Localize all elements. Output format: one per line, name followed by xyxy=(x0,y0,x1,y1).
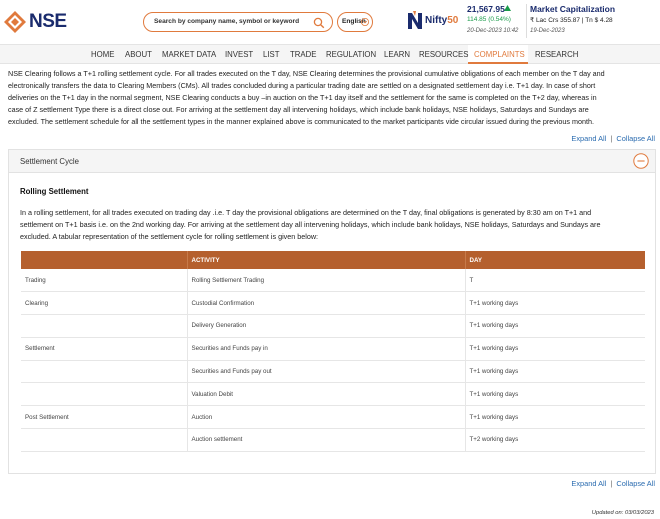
table-row: Clearing Custodial Confirmation T+1 work… xyxy=(21,291,645,316)
collapse-icon[interactable] xyxy=(633,153,649,169)
table-cell: T xyxy=(464,269,645,293)
table-row: Auction settlement T+2 working days xyxy=(21,428,645,452)
table-header-row: ACTIVITY DAY xyxy=(21,251,645,269)
table-cell xyxy=(21,314,187,338)
table-row: Post Settlement Auction T+1 working days xyxy=(21,405,645,430)
nav-item-home[interactable]: HOME xyxy=(91,50,114,59)
main-nav: HOME ABOUT MARKET DATA INVEST LIST TRADE… xyxy=(0,44,660,64)
table-cell: Securities and Funds pay out xyxy=(186,360,465,384)
nav-item-complaints[interactable]: COMPLAINTS xyxy=(474,50,525,59)
table-cell: T+1 working days xyxy=(464,337,645,361)
table-cell: Rolling Settlement Trading xyxy=(186,269,465,293)
column-header: ACTIVITY xyxy=(186,251,465,269)
expand-all-link[interactable]: Expand All xyxy=(571,479,606,488)
table-cell: Auction xyxy=(186,405,465,430)
market-cap-value: ₹ Lac Crs 355.87 | Tn $ 4.28 xyxy=(530,17,613,24)
nifty-value: 21,567.95 xyxy=(467,4,505,14)
header-divider xyxy=(526,4,527,38)
expand-all-link[interactable]: Expand All xyxy=(571,134,606,143)
search-input[interactable]: Search by company name, symbol or keywor… xyxy=(143,12,333,32)
section-description: In a rolling settlement, for all trades … xyxy=(20,207,645,243)
settlement-cycle-panel: Settlement Cycle Rolling Settlement In a… xyxy=(8,149,656,474)
intro-line: excluded. The settlement schedule for al… xyxy=(8,117,594,126)
settlement-table: ACTIVITY DAY Trading Rolling Settlement … xyxy=(21,251,645,452)
table-cell: T+1 working days xyxy=(464,360,645,384)
market-cap-title[interactable]: Market Capitalization xyxy=(530,4,615,14)
nifty-timestamp: 20-Dec-2023 10:42 xyxy=(467,28,519,34)
table-cell: Delivery Generation xyxy=(186,314,465,338)
table-cell: T+1 working days xyxy=(464,405,645,430)
nifty-logo-suffix: 50 xyxy=(447,14,459,26)
arrow-up-icon xyxy=(504,5,511,11)
nav-item-about[interactable]: ABOUT xyxy=(125,50,152,59)
search-placeholder: Search by company name, symbol or keywor… xyxy=(154,18,300,25)
table-cell: T+2 working days xyxy=(464,428,645,452)
table-cell: Securities and Funds pay in xyxy=(186,337,465,361)
table-row: Valuation Debit T+1 working days xyxy=(21,382,645,407)
intro-line: NSE Clearing follows a T+1 rolling settl… xyxy=(8,69,605,78)
nav-item-research[interactable]: RESEARCH xyxy=(535,50,578,59)
language-select[interactable]: English xyxy=(337,12,373,32)
updated-date: Updated on: 03/03/2023 xyxy=(591,510,654,516)
intro-line: case of Z settlement Type there is a dir… xyxy=(8,105,589,114)
table-cell: Auction settlement xyxy=(186,428,465,452)
nav-item-invest[interactable]: INVEST xyxy=(225,50,253,59)
expand-collapse-controls-bottom: Expand All | Collapse All xyxy=(571,479,655,488)
search-icon[interactable] xyxy=(313,17,325,29)
nifty-logo-icon xyxy=(408,11,422,29)
intro-paragraph: NSE Clearing follows a T+1 rolling settl… xyxy=(8,68,656,128)
nav-item-market-data[interactable]: MARKET DATA xyxy=(162,50,216,59)
description-line: In a rolling settlement, for all trades … xyxy=(20,208,592,217)
accordion-header[interactable]: Settlement Cycle xyxy=(9,150,655,173)
nse-logo-text: NSE xyxy=(29,11,67,32)
column-header: DAY xyxy=(464,251,645,269)
nifty-logo-text: Nifty xyxy=(425,14,448,26)
nse-logo[interactable]: NSE xyxy=(4,7,67,37)
nav-item-learn[interactable]: LEARN xyxy=(384,50,410,59)
intro-line: deliveries on the T+1 day in the normal … xyxy=(8,93,597,102)
table-cell: T+1 working days xyxy=(464,291,645,316)
table-row: Securities and Funds pay out T+1 working… xyxy=(21,360,645,384)
table-cell: T+1 working days xyxy=(464,382,645,407)
collapse-all-link[interactable]: Collapse All xyxy=(616,134,655,143)
intro-line: electronically transfers the data to Cle… xyxy=(8,81,596,90)
column-header xyxy=(21,251,187,269)
table-row: Trading Rolling Settlement Trading T xyxy=(21,269,645,293)
table-cell: Custodial Confirmation xyxy=(186,291,465,316)
nifty50-logo[interactable]: Nifty50 xyxy=(407,9,458,31)
nav-item-resources[interactable]: RESOURCES xyxy=(419,50,468,59)
nav-item-list[interactable]: LIST xyxy=(263,50,279,59)
table-cell xyxy=(21,428,187,452)
table-cell: Valuation Debit xyxy=(186,382,465,407)
collapse-all-link[interactable]: Collapse All xyxy=(616,479,655,488)
description-line: settlement on T+1 basis i.e. on the 2nd … xyxy=(20,220,601,229)
table-cell: Trading xyxy=(21,269,187,293)
site-header: NSE Search by company name, symbol or ke… xyxy=(0,0,660,44)
chevron-down-icon xyxy=(361,18,369,26)
nifty-change: 114.85 (0.54%) xyxy=(467,16,511,23)
table-row: Settlement Securities and Funds pay in T… xyxy=(21,337,645,361)
nse-logo-icon xyxy=(4,11,26,33)
table-cell: Clearing xyxy=(21,291,187,316)
table-cell xyxy=(21,382,187,407)
link-separator: | xyxy=(610,479,613,488)
nav-item-regulation[interactable]: REGULATION xyxy=(326,50,376,59)
panel-title: Settlement Cycle xyxy=(20,157,79,166)
market-cap-date: 19-Dec-2023 xyxy=(530,28,565,34)
table-cell: Post Settlement xyxy=(21,405,187,430)
section-title: Rolling Settlement xyxy=(20,187,89,196)
nav-item-trade[interactable]: TRADE xyxy=(290,50,316,59)
table-cell: Settlement xyxy=(21,337,187,361)
table-row: Delivery Generation T+1 working days xyxy=(21,314,645,338)
table-cell xyxy=(21,360,187,384)
expand-collapse-controls-top: Expand All | Collapse All xyxy=(571,134,655,143)
link-separator: | xyxy=(610,134,613,143)
table-cell: T+1 working days xyxy=(464,314,645,338)
description-line: excluded. A tabular representation of th… xyxy=(20,232,319,241)
